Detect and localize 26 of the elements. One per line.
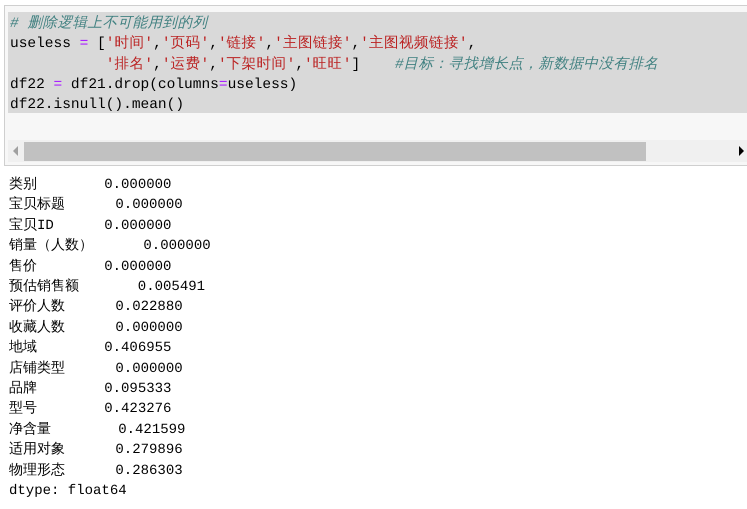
- scroll-left-icon[interactable]: [12, 146, 20, 156]
- output-line: 类别 0.000000: [9, 176, 172, 195]
- output-line: 收藏人数 0.000000: [9, 318, 183, 338]
- output-line: 售价 0.000000: [9, 258, 172, 277]
- output-line: 销量（人数） 0.000000: [9, 236, 211, 256]
- horizontal-scrollbar[interactable]: [8, 140, 747, 162]
- code-line: df22.isnull().mean(): [10, 96, 186, 113]
- output-line: 物理形态 0.286303: [9, 461, 183, 481]
- output-line: 适用对象 0.279896: [9, 440, 183, 460]
- output-line: 地域 0.406955: [9, 338, 172, 358]
- output-line: 预估销售额 0.005491: [9, 277, 206, 298]
- output-line: 品牌 0.095333: [9, 380, 172, 400]
- output-line: 店铺类型 0.000000: [9, 359, 183, 379]
- code-line: # 删除逻辑上不可能用到的列: [10, 14, 210, 34]
- scroll-right-icon[interactable]: [737, 146, 745, 156]
- output-line: dtype: float64: [9, 482, 127, 502]
- output-line: 净含量 0.421599: [9, 420, 186, 440]
- code-line: useless = ['时间','页码','链接','主图链接','主图视频链接',: [10, 34, 478, 54]
- code-line: df22 = df21.drop(columns=useless): [10, 76, 298, 95]
- output-line: 评价人数 0.022880: [9, 298, 183, 318]
- output-line: 宝贝ID 0.000000: [9, 216, 172, 236]
- output-line: 型号 0.423276: [9, 400, 172, 420]
- output-line: 宝贝标题 0.000000: [9, 195, 183, 216]
- code-line: '排名','运费','下架时间','旺旺'] #目标：寻找增长点，新数据中没有排名: [104, 54, 660, 75]
- scrollbar-thumb[interactable]: [24, 142, 646, 160]
- code-cell[interactable]: # 删除逻辑上不可能用到的列 useless = ['时间','页码','链接','主图链接','主图视频链接', '排名','运费','下架时间','旺旺'] #目标：寻找增长点，新数据中没有排名 df22 = df21.drop(columns=useless) df22.isnull().mean(): [4, 5, 747, 166]
